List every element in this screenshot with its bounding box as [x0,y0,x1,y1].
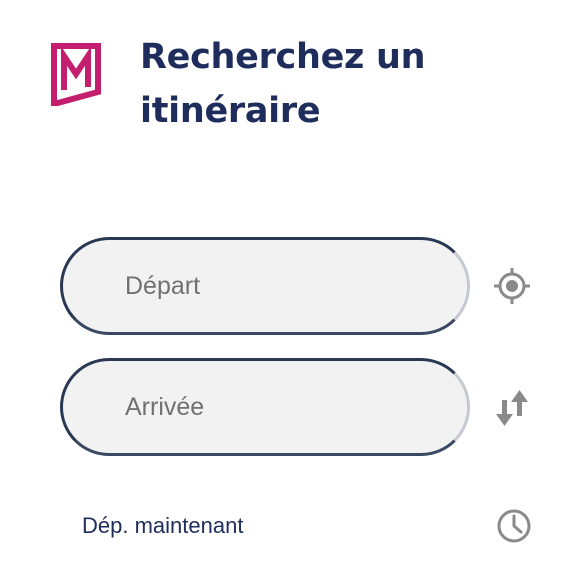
swap-button[interactable] [490,386,534,430]
swap-arrows-icon [496,390,528,426]
arrival-input[interactable] [60,358,470,456]
departure-time-selector[interactable]: Dép. maintenant [82,511,243,541]
page-title: Recherchez un itinéraire [140,37,426,131]
brand-logo-icon [48,42,104,108]
locate-button[interactable] [490,264,534,308]
departure-input[interactable] [60,237,470,335]
clock-icon [497,509,531,543]
locate-me-icon [494,268,530,304]
clock-button[interactable] [492,504,536,548]
